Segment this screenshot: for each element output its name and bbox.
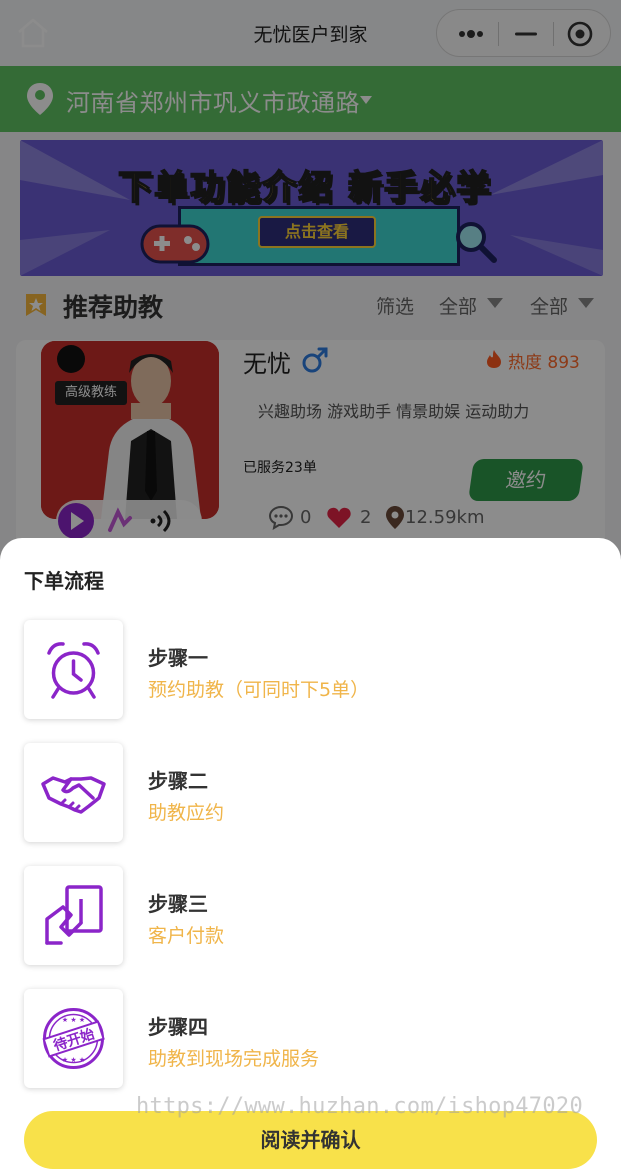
step-description: 预约助教（可同时下5单） bbox=[148, 679, 370, 701]
read-and-confirm-button[interactable]: 阅读并确认 bbox=[24, 1111, 597, 1169]
svg-text:★ ★ ★: ★ ★ ★ bbox=[62, 1056, 85, 1064]
step-icon-box bbox=[24, 866, 123, 965]
step-description: 助教到现场完成服务 bbox=[148, 1048, 320, 1070]
step-icon-box: 待开始 ★ ★ ★ ★ ★ ★ bbox=[24, 989, 123, 1088]
step-title: 步骤四 bbox=[148, 1015, 208, 1039]
step-icon-box bbox=[24, 620, 123, 719]
watermark-text: https://www.huzhan.com/ishop47020 bbox=[136, 1094, 583, 1119]
step-title: 步骤二 bbox=[148, 769, 208, 793]
payment-icon bbox=[45, 885, 103, 945]
handshake-icon bbox=[41, 776, 106, 814]
step-description: 助教应约 bbox=[148, 802, 225, 824]
step-description: 客户付款 bbox=[148, 925, 225, 947]
step-title: 步骤一 bbox=[148, 646, 208, 670]
step-icon-box bbox=[24, 743, 123, 842]
start-stamp-icon: 待开始 ★ ★ ★ ★ ★ ★ bbox=[42, 1008, 105, 1069]
order-process-sheet: 下单流程 步骤一 预约助教（可同时下5单） 步骤二 助教应约 步骤三 客户付款 bbox=[0, 538, 621, 1170]
alarm-clock-icon bbox=[47, 642, 100, 699]
svg-text:★ ★ ★: ★ ★ ★ bbox=[62, 1016, 85, 1024]
step-title: 步骤三 bbox=[148, 892, 208, 916]
sheet-title: 下单流程 bbox=[24, 569, 104, 593]
